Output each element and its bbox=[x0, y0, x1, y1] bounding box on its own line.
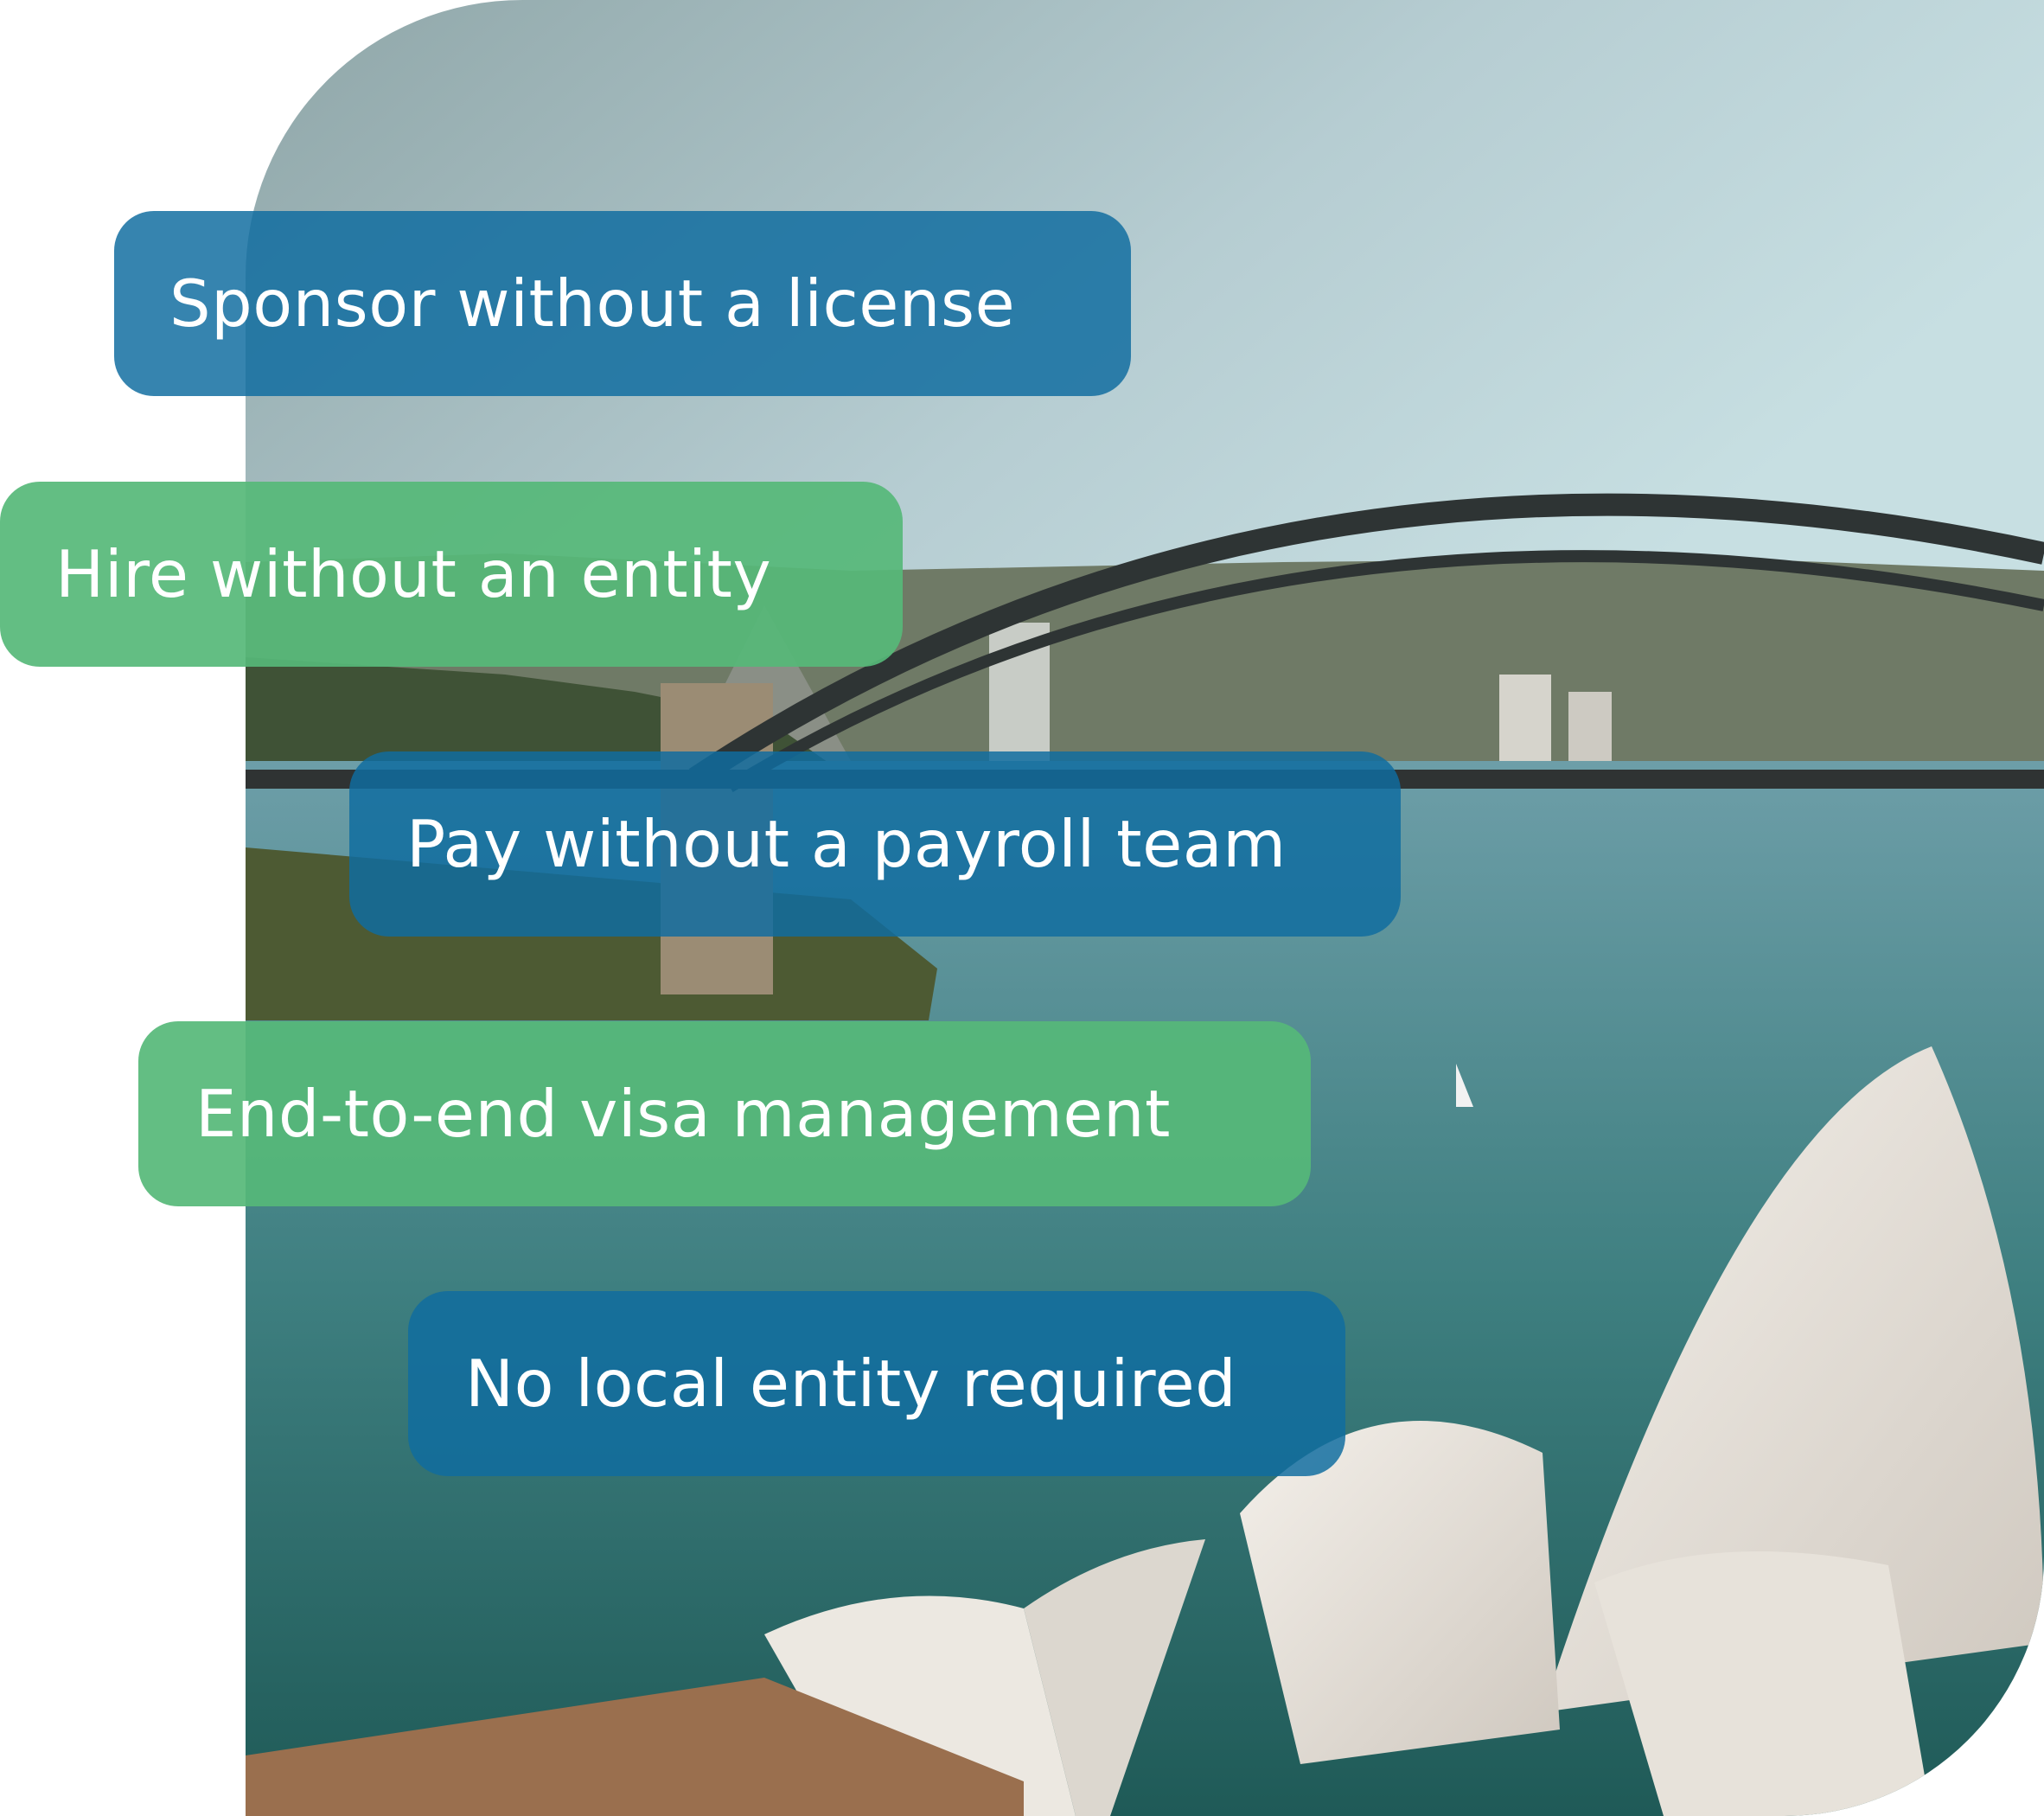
no-entity-pill: No local entity required bbox=[408, 1291, 1345, 1476]
pay-pill-label: Pay without a payroll team bbox=[406, 806, 1287, 882]
pay-pill: Pay without a payroll team bbox=[349, 751, 1401, 937]
visa-pill-label: End-to-end visa management bbox=[195, 1076, 1171, 1152]
visa-pill: End-to-end visa management bbox=[138, 1021, 1311, 1206]
hire-pill-label: Hire without an entity bbox=[55, 536, 772, 612]
hire-pill: Hire without an entity bbox=[0, 482, 903, 667]
sponsor-pill: Sponsor without a license bbox=[114, 211, 1131, 396]
no-entity-pill-label: No local entity required bbox=[465, 1346, 1237, 1422]
sponsor-pill-label: Sponsor without a license bbox=[169, 265, 1016, 342]
